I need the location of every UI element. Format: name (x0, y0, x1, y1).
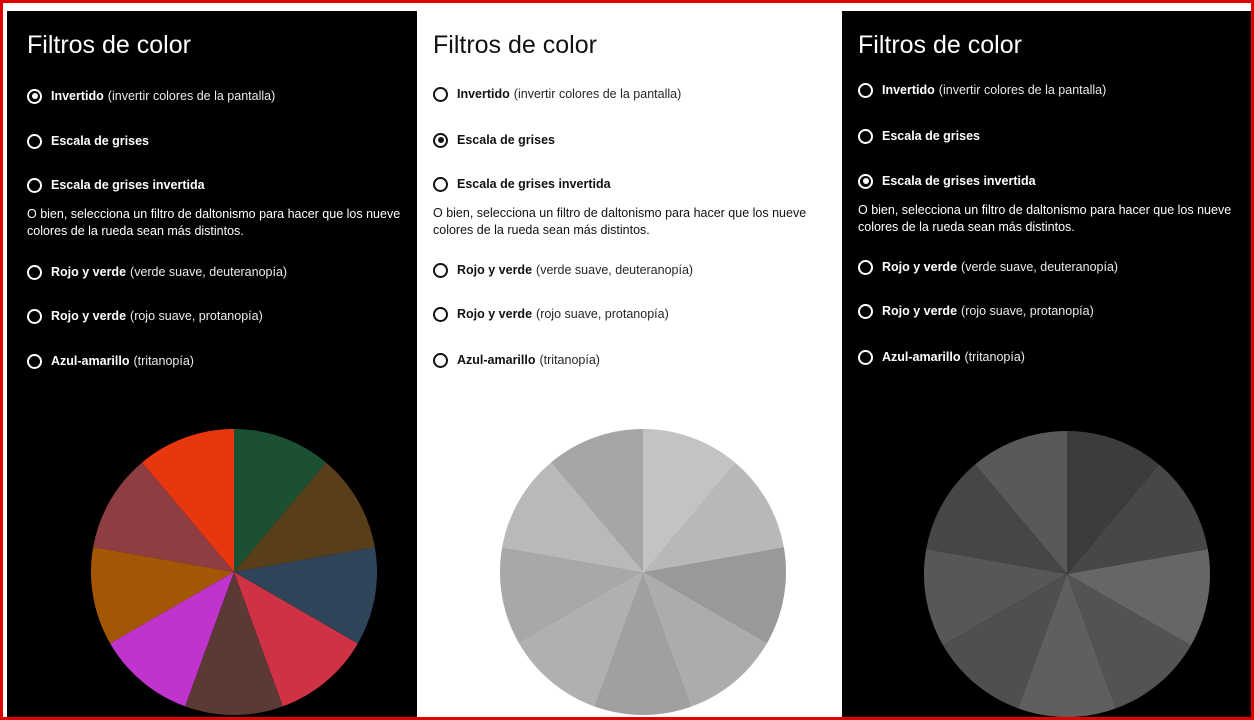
radio-button[interactable] (27, 353, 42, 369)
option-inverted[interactable]: Invertido (invertir colores de la pantal… (858, 80, 1106, 100)
option-label: Escala de grises (457, 133, 555, 147)
option-description: (tritanopía) (133, 354, 194, 368)
radio-button[interactable] (858, 128, 873, 144)
option-label: Rojo y verde (51, 265, 127, 279)
option-grayscale[interactable]: Escala de grises (858, 126, 980, 146)
colorblind-description: O bien, selecciona un filtro de daltonis… (27, 207, 401, 238)
radio-button[interactable] (433, 176, 448, 192)
panel-inverted: Filtros de color Invertido (invertir col… (7, 11, 417, 717)
option-description: (verde suave, deuteranopía) (961, 260, 1119, 274)
color-wheel (923, 431, 1211, 717)
option-deuteranopia[interactable]: Rojo y verde (verde suave, deuteranopía) (858, 257, 1118, 277)
screenshot-frame: Filtros de color Invertido (invertir col… (0, 0, 1254, 720)
option-protanopia[interactable]: Rojo y verde (rojo suave, protanopía) (433, 304, 669, 324)
colorblind-description: O bien, selecciona un filtro de daltonis… (858, 203, 1232, 234)
radio-button[interactable] (858, 82, 873, 98)
option-inverted[interactable]: Invertido (invertir colores de la pantal… (27, 86, 275, 106)
option-tritanopia[interactable]: Azul-amarillo (tritanopía) (433, 350, 600, 370)
option-description: (tritanopía) (539, 353, 600, 367)
option-label: Rojo y verde (51, 309, 127, 323)
radio-button[interactable] (858, 349, 873, 365)
radio-button[interactable] (433, 352, 448, 368)
option-label: Rojo y verde (457, 307, 533, 321)
option-label: Escala de grises (882, 129, 980, 143)
option-deuteranopia[interactable]: Rojo y verde (verde suave, deuteranopía) (433, 260, 693, 280)
option-grayscale-inverted[interactable]: Escala de grises invertida (27, 175, 205, 195)
option-description: (verde suave, deuteranopía) (536, 263, 694, 277)
option-label: Escala de grises invertida (51, 178, 205, 192)
option-description: (rojo suave, protanopía) (961, 304, 1094, 318)
radio-button[interactable] (27, 133, 42, 149)
option-label: Escala de grises (51, 134, 149, 148)
option-description: (verde suave, deuteranopía) (130, 265, 288, 279)
option-description: (tritanopía) (964, 350, 1025, 364)
radio-button[interactable] (27, 264, 42, 280)
option-grayscale-inverted[interactable]: Escala de grises invertida (433, 174, 611, 194)
option-label: Escala de grises invertida (457, 177, 611, 191)
radio-button[interactable] (433, 306, 448, 322)
option-grayscale-inverted[interactable]: Escala de grises invertida (858, 171, 1036, 191)
panel-grayscale-inverted: Filtros de color Invertido (invertir col… (842, 11, 1251, 717)
radio-button[interactable] (433, 262, 448, 278)
page-title: Filtros de color (858, 31, 1022, 59)
option-label: Invertido (51, 89, 104, 103)
option-label: Invertido (457, 87, 510, 101)
radio-button[interactable] (27, 177, 42, 193)
option-protanopia[interactable]: Rojo y verde (rojo suave, protanopía) (27, 306, 263, 326)
radio-button-checked[interactable] (858, 173, 873, 189)
option-label: Escala de grises invertida (882, 174, 1036, 188)
option-deuteranopia[interactable]: Rojo y verde (verde suave, deuteranopía) (27, 262, 287, 282)
option-description: (invertir colores de la pantalla) (938, 83, 1107, 97)
color-wheel (499, 429, 787, 716)
option-label: Rojo y verde (882, 304, 958, 318)
option-label: Azul-amarillo (882, 350, 961, 364)
option-label: Rojo y verde (457, 263, 533, 277)
radio-button[interactable] (27, 308, 42, 324)
option-label: Azul-amarillo (457, 353, 536, 367)
page-title: Filtros de color (433, 31, 597, 59)
option-grayscale[interactable]: Escala de grises (433, 130, 555, 150)
radio-button[interactable] (858, 303, 873, 319)
radio-button[interactable] (433, 86, 448, 102)
radio-button-checked[interactable] (27, 88, 42, 104)
radio-button[interactable] (858, 259, 873, 275)
radio-button-checked[interactable] (433, 132, 448, 148)
option-description: (rojo suave, protanopía) (536, 307, 669, 321)
page-title: Filtros de color (27, 31, 191, 59)
option-label: Rojo y verde (882, 260, 958, 274)
option-description: (rojo suave, protanopía) (130, 309, 263, 323)
option-description: (invertir colores de la pantalla) (107, 89, 276, 103)
option-tritanopia[interactable]: Azul-amarillo (tritanopía) (858, 347, 1025, 367)
color-wheel (90, 429, 378, 716)
option-protanopia[interactable]: Rojo y verde (rojo suave, protanopía) (858, 301, 1094, 321)
option-label: Azul-amarillo (51, 354, 130, 368)
option-tritanopia[interactable]: Azul-amarillo (tritanopía) (27, 351, 194, 371)
option-inverted[interactable]: Invertido (invertir colores de la pantal… (433, 84, 681, 104)
option-grayscale[interactable]: Escala de grises (27, 131, 149, 151)
option-description: (invertir colores de la pantalla) (513, 87, 682, 101)
colorblind-description: O bien, selecciona un filtro de daltonis… (433, 206, 807, 237)
panel-grayscale: Filtros de color Invertido (invertir col… (417, 11, 842, 717)
option-label: Invertido (882, 83, 935, 97)
